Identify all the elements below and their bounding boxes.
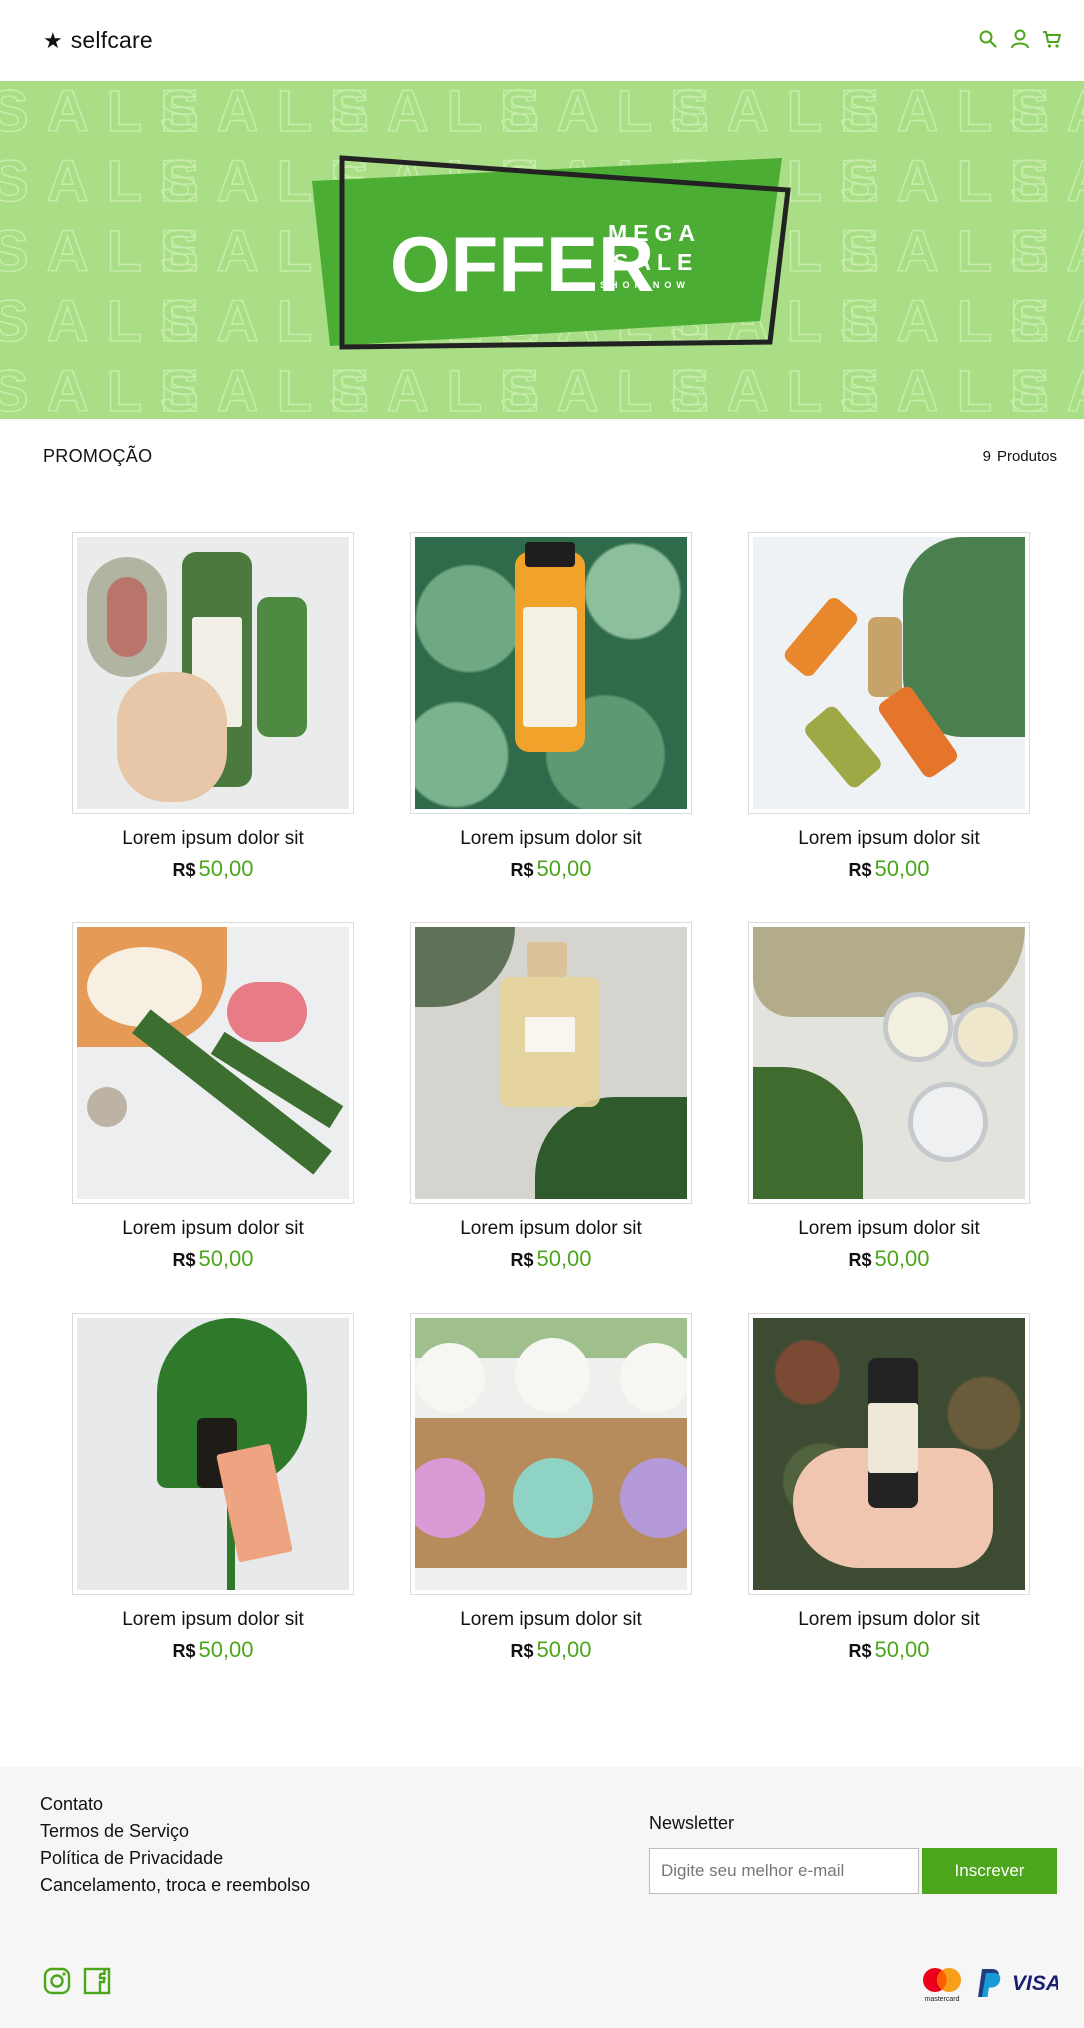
price-value: 50,00: [198, 1637, 254, 1662]
product-price: R$ 50,00: [748, 1246, 1030, 1272]
payment-methods: mastercard VISA: [918, 1963, 1058, 2003]
offer-graphic: OFFER MEGA SALE SHOP NOW: [312, 155, 791, 350]
product-image[interactable]: [410, 532, 692, 814]
svg-text:VISA: VISA: [1012, 1973, 1058, 1993]
search-icon[interactable]: [978, 28, 998, 50]
price-value: 50,00: [874, 1246, 930, 1271]
facebook-icon[interactable]: [83, 1967, 111, 1995]
product-name[interactable]: Lorem ipsum dolor sit: [72, 828, 354, 850]
newsletter-email-input[interactable]: [649, 1848, 919, 1894]
product-image[interactable]: [72, 1313, 354, 1595]
footer-link-termos[interactable]: Termos de Serviço: [40, 1822, 310, 1841]
product-name[interactable]: Lorem ipsum dolor sit: [410, 1218, 692, 1240]
site-footer: Contato Termos de Serviço Política de Pr…: [0, 1767, 1084, 2028]
product-card[interactable]: Lorem ipsum dolor sit R$ 50,00: [748, 1313, 1030, 1663]
logo[interactable]: ★ selfcare: [43, 27, 153, 54]
product-card[interactable]: Lorem ipsum dolor sit R$ 50,00: [410, 922, 692, 1272]
product-image[interactable]: [410, 922, 692, 1204]
price-value: 50,00: [198, 856, 254, 881]
instagram-icon[interactable]: [43, 1967, 71, 1995]
product-price: R$ 50,00: [410, 856, 692, 882]
product-name[interactable]: Lorem ipsum dolor sit: [72, 1218, 354, 1240]
brand-name: selfcare: [70, 27, 153, 53]
price-value: 50,00: [536, 1246, 592, 1271]
price-currency: R$: [848, 1250, 872, 1270]
product-image[interactable]: [748, 1313, 1030, 1595]
product-card[interactable]: Lorem ipsum dolor sit R$ 50,00: [748, 922, 1030, 1272]
visa-icon: VISA: [1012, 1973, 1058, 1993]
product-card[interactable]: Lorem ipsum dolor sit R$ 50,00: [72, 532, 354, 882]
svg-text:SHOP NOW: SHOP NOW: [600, 280, 690, 290]
product-image[interactable]: [72, 532, 354, 814]
footer-links: Contato Termos de Serviço Política de Pr…: [40, 1795, 310, 1895]
product-card[interactable]: Lorem ipsum dolor sit R$ 50,00: [410, 1313, 692, 1663]
newsletter-subscribe-button[interactable]: Inscrever: [922, 1848, 1057, 1894]
product-price: R$ 50,00: [72, 1637, 354, 1663]
paypal-icon: [978, 1969, 1001, 1997]
svg-text:SALE: SALE: [1010, 149, 1084, 214]
header-actions: [978, 28, 1062, 50]
section-title: PROMOÇÃO: [43, 446, 153, 466]
price-currency: R$: [172, 860, 196, 880]
price-value: 50,00: [198, 1246, 254, 1271]
svg-text:SALE: SALE: [613, 249, 698, 275]
site-header: ★ selfcare: [0, 0, 1084, 81]
product-name[interactable]: Lorem ipsum dolor sit: [748, 1218, 1030, 1240]
product-image[interactable]: [72, 922, 354, 1204]
product-price: R$ 50,00: [748, 1637, 1030, 1663]
product-card[interactable]: Lorem ipsum dolor sit R$ 50,00: [410, 532, 692, 882]
product-card[interactable]: Lorem ipsum dolor sit R$ 50,00: [748, 532, 1030, 882]
product-image[interactable]: [410, 1313, 692, 1595]
price-value: 50,00: [536, 1637, 592, 1662]
svg-text:SALE: SALE: [1010, 81, 1084, 144]
product-count-number: 9: [982, 448, 991, 465]
svg-text:SALE: SALE: [1010, 359, 1084, 419]
price-currency: R$: [848, 1641, 872, 1661]
price-currency: R$: [510, 860, 534, 880]
price-currency: R$: [172, 1641, 196, 1661]
price-value: 50,00: [536, 856, 592, 881]
user-icon[interactable]: [1010, 28, 1030, 50]
star-icon: ★: [43, 27, 63, 53]
svg-text:mastercard: mastercard: [924, 1996, 959, 2003]
product-name[interactable]: Lorem ipsum dolor sit: [748, 1609, 1030, 1631]
price-currency: R$: [510, 1641, 534, 1661]
price-currency: R$: [848, 860, 872, 880]
cart-icon[interactable]: [1042, 28, 1062, 50]
footer-link-privacidade[interactable]: Política de Privacidade: [40, 1849, 310, 1868]
product-price: R$ 50,00: [410, 1246, 692, 1272]
product-image[interactable]: [748, 922, 1030, 1204]
promo-banner[interactable]: SALE SALE SALE SALE SALE SALE SALE SALE …: [0, 81, 1084, 419]
product-name[interactable]: Lorem ipsum dolor sit: [410, 828, 692, 850]
svg-text:MEGA: MEGA: [608, 220, 701, 246]
product-name[interactable]: Lorem ipsum dolor sit: [72, 1609, 354, 1631]
footer-link-contato[interactable]: Contato: [40, 1795, 310, 1814]
product-card[interactable]: Lorem ipsum dolor sit R$ 50,00: [72, 1313, 354, 1663]
product-name[interactable]: Lorem ipsum dolor sit: [748, 828, 1030, 850]
footer-link-cancelamento[interactable]: Cancelamento, troca e reembolso: [40, 1876, 310, 1895]
price-currency: R$: [510, 1250, 534, 1270]
product-price: R$ 50,00: [748, 856, 1030, 882]
price-currency: R$: [172, 1250, 196, 1270]
product-price: R$ 50,00: [72, 1246, 354, 1272]
social-links: [43, 1967, 111, 1995]
mastercard-icon: mastercard: [923, 1968, 961, 2003]
product-count-label: Produtos: [996, 448, 1057, 465]
product-card[interactable]: Lorem ipsum dolor sit R$ 50,00: [72, 922, 354, 1272]
product-name[interactable]: Lorem ipsum dolor sit: [410, 1609, 692, 1631]
price-value: 50,00: [874, 856, 930, 881]
product-count: 9 Produtos: [983, 448, 1057, 465]
product-price: R$ 50,00: [72, 856, 354, 882]
svg-text:SALE: SALE: [1010, 289, 1084, 354]
newsletter-title: Newsletter: [649, 1813, 735, 1833]
product-price: R$ 50,00: [410, 1637, 692, 1663]
price-value: 50,00: [874, 1637, 930, 1662]
product-image[interactable]: [748, 532, 1030, 814]
svg-text:SALE: SALE: [1010, 219, 1084, 284]
